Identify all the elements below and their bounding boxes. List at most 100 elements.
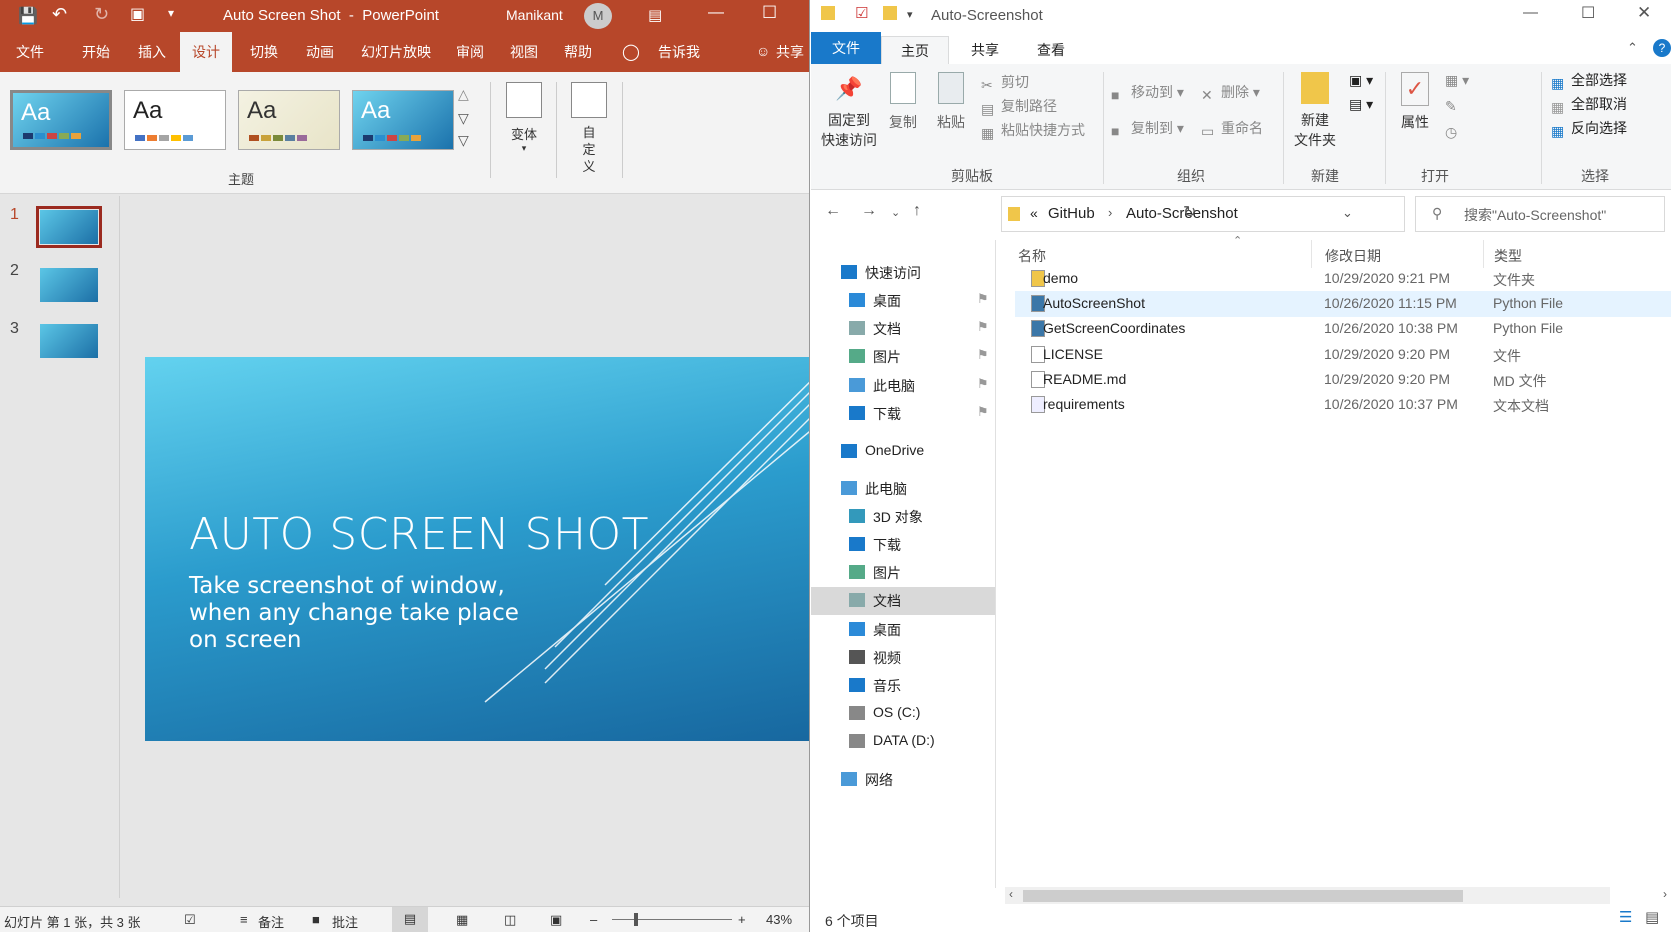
present-icon[interactable]: ▣ bbox=[130, 4, 145, 24]
edit-icon[interactable]: ✎ bbox=[1445, 98, 1457, 115]
tab-home[interactable]: 主页 bbox=[881, 36, 949, 64]
recent-locations-icon[interactable]: ⌄ bbox=[891, 206, 900, 219]
delete-button[interactable]: ✕ 删除 ▾ bbox=[1201, 82, 1260, 103]
nav-item[interactable]: 图片 ⚑ bbox=[811, 343, 995, 371]
paste-shortcut-button[interactable]: ▦ 粘贴快捷方式 bbox=[981, 120, 1085, 141]
nav-item[interactable]: OS (C:) bbox=[811, 700, 995, 728]
properties-check-icon[interactable]: ☑ bbox=[855, 4, 868, 22]
tab-animations[interactable]: 动画 bbox=[296, 32, 344, 72]
save-icon[interactable]: 💾 bbox=[18, 6, 38, 26]
theme-thumbnail-4[interactable]: Aa bbox=[352, 90, 454, 150]
file-row[interactable]: LICENSE 10/29/2020 9:20 PM 文件 bbox=[1015, 342, 1671, 368]
tab-help[interactable]: 帮助 bbox=[558, 32, 598, 72]
theme-scroll-down-icon[interactable]: ▽ bbox=[458, 110, 469, 127]
maximize-icon[interactable]: ☐ bbox=[1581, 3, 1595, 23]
zoom-in-icon[interactable]: + bbox=[738, 912, 746, 927]
customize-qat-icon[interactable]: ▾ bbox=[168, 6, 174, 20]
tab-share[interactable]: 共享 bbox=[953, 36, 1017, 64]
details-view-icon[interactable]: ☰ bbox=[1619, 908, 1632, 926]
ppt-user-name[interactable]: Manikant bbox=[506, 7, 563, 23]
file-row[interactable]: README.md 10/29/2020 9:20 PM MD 文件 bbox=[1015, 367, 1671, 393]
tab-home[interactable]: 开始 bbox=[72, 32, 120, 72]
collapse-ribbon-icon[interactable]: ⌃ bbox=[1627, 40, 1638, 56]
new-folder-icon[interactable] bbox=[883, 6, 897, 20]
maximize-icon[interactable]: ☐ bbox=[762, 3, 777, 23]
nav-item[interactable]: 桌面 ⚑ bbox=[811, 287, 995, 315]
address-dropdown-icon[interactable]: ⌄ bbox=[1342, 205, 1353, 221]
variants-button[interactable]: 变体 ▾ bbox=[504, 82, 544, 154]
scroll-thumb[interactable] bbox=[1023, 890, 1463, 902]
slide-thumbnail[interactable] bbox=[36, 206, 102, 248]
column-header-name[interactable]: 名称 bbox=[1018, 246, 1046, 266]
paste-button[interactable]: 粘贴 bbox=[931, 72, 971, 132]
slide-canvas[interactable]: AUTO SCREEN SHOT Take screenshot of wind… bbox=[145, 357, 809, 741]
normal-view-icon[interactable]: ▤ bbox=[392, 907, 428, 932]
file-row[interactable]: demo 10/29/2020 9:21 PM 文件夹 bbox=[1015, 266, 1671, 292]
column-header-type[interactable]: 类型 bbox=[1494, 246, 1522, 266]
help-icon[interactable]: ? bbox=[1653, 39, 1671, 57]
nav-item[interactable]: 此电脑 bbox=[811, 475, 995, 503]
copy-to-button[interactable]: ■ 复制到 ▾ bbox=[1111, 118, 1184, 139]
back-icon[interactable]: ← bbox=[825, 202, 841, 220]
pin-icon[interactable]: ⚑ bbox=[977, 291, 989, 307]
forward-icon[interactable]: → bbox=[861, 202, 877, 220]
nav-item[interactable]: 音乐 bbox=[811, 672, 995, 700]
customize-qat-icon[interactable]: ▾ bbox=[907, 8, 913, 21]
rename-button[interactable]: ▭ 重命名 bbox=[1201, 118, 1263, 139]
file-row[interactable]: GetScreenCoordinates 10/26/2020 10:38 PM P… bbox=[1015, 316, 1671, 342]
column-header-date[interactable]: 修改日期 bbox=[1325, 246, 1381, 266]
move-to-button[interactable]: ■ 移动到 ▾ bbox=[1111, 82, 1184, 103]
slide-subtitle[interactable]: Take screenshot of window, when any chan… bbox=[189, 573, 549, 654]
notes-button[interactable]: 备注 bbox=[258, 912, 284, 931]
zoom-slider[interactable] bbox=[612, 919, 732, 920]
slideshow-view-icon[interactable]: ▣ bbox=[550, 912, 562, 928]
zoom-level[interactable]: 43% bbox=[766, 912, 792, 927]
breadcrumb-auto-screenshot[interactable]: Auto-Screenshot bbox=[1126, 205, 1238, 222]
pin-icon[interactable]: ⚑ bbox=[977, 376, 989, 392]
properties-button[interactable]: ✓ 属性 bbox=[1395, 72, 1435, 132]
spellcheck-icon[interactable]: ☑ bbox=[184, 912, 196, 928]
nav-item[interactable]: 桌面 bbox=[811, 616, 995, 644]
ribbon-display-icon[interactable]: ▤ bbox=[648, 6, 662, 24]
close-icon[interactable]: ✕ bbox=[1637, 3, 1651, 23]
theme-scroll-up-icon[interactable]: △ bbox=[458, 86, 469, 103]
tab-design[interactable]: 设计 bbox=[180, 32, 232, 72]
search-input[interactable]: ⚲ 搜索"Auto-Screenshot" bbox=[1415, 196, 1665, 232]
tab-review[interactable]: 审阅 bbox=[450, 32, 490, 72]
file-list-horizontal-scrollbar[interactable]: ‹ › bbox=[1005, 887, 1667, 904]
tab-view[interactable]: 视图 bbox=[504, 32, 544, 72]
invert-selection-button[interactable]: ▦ 反向选择 bbox=[1551, 118, 1627, 139]
tell-me-search[interactable]: 告诉我 bbox=[654, 32, 704, 72]
pin-icon[interactable]: ⚑ bbox=[977, 404, 989, 420]
breadcrumb-github[interactable]: GitHub bbox=[1048, 205, 1095, 222]
select-all-button[interactable]: ▦ 全部选择 bbox=[1551, 70, 1627, 91]
copy-path-button[interactable]: ▤ 复制路径 bbox=[981, 96, 1057, 117]
redo-icon[interactable]: ↻ bbox=[94, 4, 109, 25]
slide-sorter-icon[interactable]: ▦ bbox=[456, 912, 468, 928]
new-item-icon[interactable]: ▣ ▾ bbox=[1349, 72, 1373, 89]
tab-file[interactable]: 文件 bbox=[6, 32, 54, 72]
slide-thumbnail[interactable] bbox=[40, 324, 98, 358]
slide-thumbnail[interactable] bbox=[40, 268, 98, 302]
copy-button[interactable]: 复制 bbox=[883, 72, 923, 132]
theme-thumbnail-3[interactable]: Aa bbox=[238, 90, 340, 150]
history-icon[interactable]: ◷ bbox=[1445, 124, 1457, 141]
cut-button[interactable]: ✂ 剪切 bbox=[981, 72, 1029, 93]
nav-item[interactable]: 下载 bbox=[811, 531, 995, 559]
new-folder-button[interactable]: 新建 文件夹 bbox=[1291, 72, 1339, 150]
theme-more-icon[interactable]: ▽ bbox=[458, 132, 469, 149]
refresh-icon[interactable]: ↻ bbox=[1183, 202, 1196, 222]
tab-transitions[interactable]: 切换 bbox=[240, 32, 288, 72]
share-button[interactable]: 共享 bbox=[772, 32, 808, 72]
minimize-icon[interactable]: — bbox=[708, 4, 724, 22]
nav-item[interactable]: 快速访问 bbox=[811, 259, 995, 287]
zoom-out-icon[interactable]: – bbox=[590, 912, 597, 927]
theme-thumbnail-1[interactable]: Aa bbox=[10, 90, 112, 150]
nav-item[interactable]: DATA (D:) bbox=[811, 728, 995, 756]
nav-item[interactable]: 下载 ⚑ bbox=[811, 400, 995, 428]
slide-title[interactable]: AUTO SCREEN SHOT bbox=[189, 509, 649, 560]
up-icon[interactable]: ↑ bbox=[913, 202, 921, 220]
open-icon[interactable]: ▦ ▾ bbox=[1445, 72, 1469, 89]
tab-file[interactable]: 文件 bbox=[811, 32, 881, 64]
easy-access-icon[interactable]: ▤ ▾ bbox=[1349, 96, 1373, 113]
